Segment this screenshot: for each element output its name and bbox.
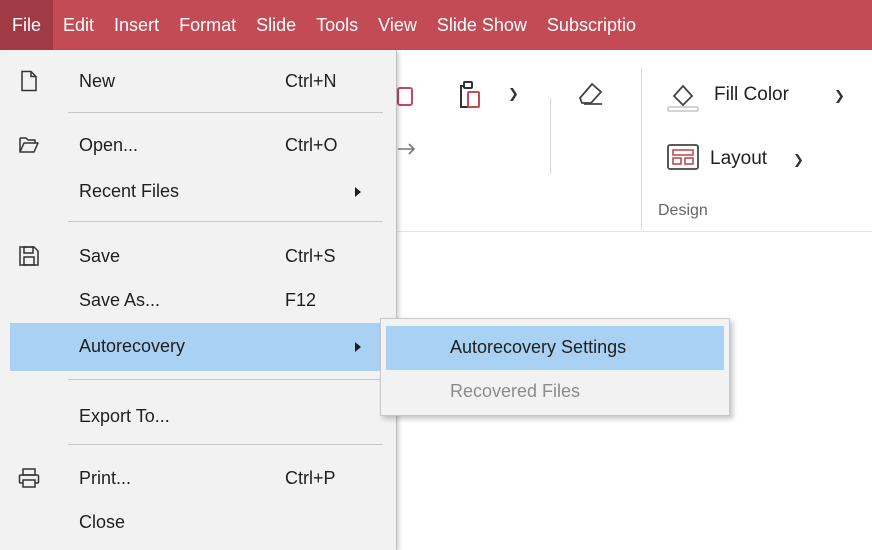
submenu-item-label: Autorecovery Settings xyxy=(450,337,627,357)
layout-chevron-icon[interactable]: ❯ xyxy=(793,152,804,168)
redo-icon[interactable] xyxy=(396,138,420,160)
menu-item-save-as[interactable]: Save As... F12 xyxy=(0,277,392,325)
menu-item-export-to[interactable]: Export To... xyxy=(0,393,392,441)
menu-slide[interactable]: Slide xyxy=(246,0,306,50)
menu-separator xyxy=(68,221,383,222)
save-icon xyxy=(19,246,39,266)
fill-color-icon[interactable] xyxy=(666,78,700,112)
eraser-icon[interactable] xyxy=(576,80,604,106)
menu-item-autorecovery[interactable]: Autorecovery xyxy=(10,323,380,371)
submenu-arrow-icon xyxy=(355,342,361,352)
menu-separator xyxy=(68,379,383,380)
paste-dropdown-chevron-icon[interactable]: ❯ xyxy=(508,86,519,102)
autorecovery-submenu: Autorecovery Settings Recovered Files xyxy=(380,318,730,416)
menu-item-label: Print... xyxy=(79,468,132,488)
menu-item-save[interactable]: Save Ctrl+S xyxy=(0,233,392,281)
shortcut-label: F12 xyxy=(285,290,317,310)
menu-separator xyxy=(68,444,383,445)
menu-item-label: Save xyxy=(79,246,121,266)
menu-item-label: Recent Files xyxy=(79,181,180,201)
menu-subscription[interactable]: Subscriptio xyxy=(537,0,646,50)
menu-view[interactable]: View xyxy=(368,0,427,50)
menu-tools[interactable]: Tools xyxy=(306,0,368,50)
menu-bar: File Edit Insert Format Slide Tools View… xyxy=(0,0,872,50)
design-group-label: Design xyxy=(658,202,708,219)
menu-format[interactable]: Format xyxy=(169,0,246,50)
submenu-arrow-icon xyxy=(355,187,361,197)
menu-item-label: Open... xyxy=(79,135,139,155)
shortcut-label: Ctrl+O xyxy=(285,135,338,155)
submenu-item-label: Recovered Files xyxy=(450,381,581,401)
shortcut-label: Ctrl+S xyxy=(285,246,336,266)
menu-item-print[interactable]: Print... Ctrl+P xyxy=(0,455,392,503)
submenu-item-autorecovery-settings[interactable]: Autorecovery Settings xyxy=(386,326,724,370)
layout-button[interactable]: Layout xyxy=(710,148,767,170)
paste-icon[interactable] xyxy=(458,80,482,110)
menu-item-label: New xyxy=(79,71,116,91)
submenu-item-recovered-files: Recovered Files xyxy=(386,370,724,414)
menu-insert[interactable]: Insert xyxy=(104,0,169,50)
menu-edit[interactable]: Edit xyxy=(53,0,104,50)
menu-item-label: Save As... xyxy=(79,290,161,310)
menu-item-label: Autorecovery xyxy=(79,336,186,356)
fill-color-button[interactable]: Fill Color xyxy=(714,84,789,106)
printer-icon xyxy=(18,468,40,488)
menu-item-recent-files[interactable]: Recent Files xyxy=(0,168,392,216)
ribbon-separator xyxy=(550,98,551,174)
new-document-icon xyxy=(21,70,37,92)
menu-item-label: Close xyxy=(79,512,126,532)
copy-icon[interactable] xyxy=(396,82,420,108)
menu-separator xyxy=(68,112,383,113)
menu-slide-show[interactable]: Slide Show xyxy=(427,0,537,50)
layout-icon[interactable] xyxy=(666,143,700,171)
menu-item-label: Export To... xyxy=(79,406,170,426)
shortcut-label: Ctrl+P xyxy=(285,468,336,488)
fill-color-chevron-icon[interactable]: ❯ xyxy=(834,88,845,104)
shortcut-label: Ctrl+N xyxy=(285,71,337,91)
menu-file[interactable]: File xyxy=(0,0,54,50)
menu-item-new[interactable]: New Ctrl+N xyxy=(0,58,392,106)
folder-open-icon xyxy=(19,137,39,153)
ribbon-group-separator xyxy=(641,68,642,230)
menu-item-close[interactable]: Close xyxy=(0,499,392,547)
file-menu: New Ctrl+N Open... Ctrl+O Recent Files S… xyxy=(0,50,397,550)
menu-item-open[interactable]: Open... Ctrl+O xyxy=(0,122,392,170)
